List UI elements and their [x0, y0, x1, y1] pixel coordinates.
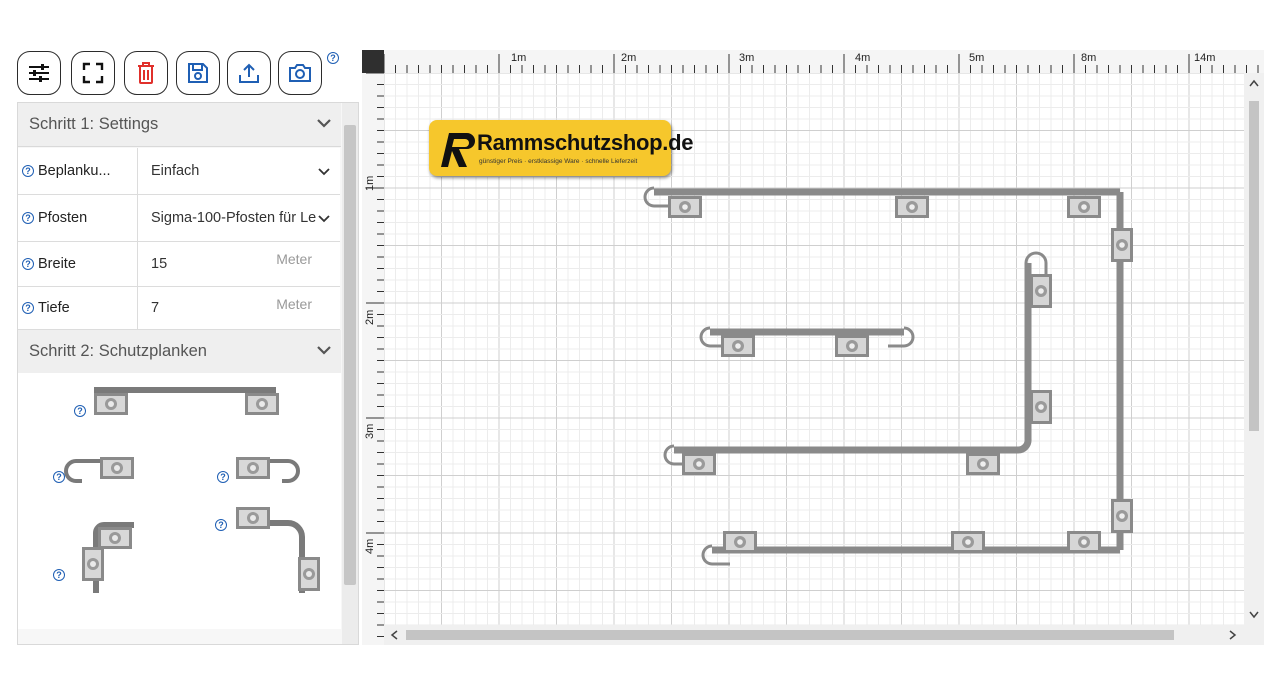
chevron-down-icon [318, 168, 330, 176]
help-icon[interactable]: ? [22, 258, 34, 270]
palette-shapes [64, 387, 320, 593]
posts [668, 196, 1133, 553]
step2-title: Schritt 2: Schutzplanken [29, 342, 207, 360]
field-label: Pfosten [38, 210, 88, 226]
toolbar-help-icon[interactable]: ? [327, 52, 339, 64]
layout-canvas: 1m 2m 3m 4m 5m 8m 14m 1m 2m 3m 4m Rammsc… [362, 50, 1264, 645]
step1-header[interactable]: Schritt 1: Settings [18, 103, 341, 147]
chevron-down-icon [317, 346, 331, 355]
field-row-pfosten: ? Pfosten Sigma-100-Pfosten für Le [18, 195, 340, 242]
ruler-label: 1m [511, 52, 527, 64]
settings-button[interactable] [17, 51, 61, 95]
field-row-beplankung: ? Beplanku... Einfach [18, 148, 340, 195]
beplankung-select[interactable]: Einfach [137, 148, 340, 194]
upload-icon [239, 63, 259, 83]
help-icon[interactable]: ? [215, 519, 227, 531]
canvas-vertical-scrollbar[interactable] [1244, 73, 1264, 625]
brand-logo: Rammschutzshop.de günstiger Preis · erst… [429, 120, 693, 176]
panel-scrollbar[interactable] [342, 103, 358, 644]
field-label: Beplanku... [38, 163, 111, 179]
help-icon[interactable]: ? [22, 212, 34, 224]
palette-end-left-rail[interactable] [64, 457, 134, 483]
ruler-left: 1m 2m 3m 4m [362, 73, 384, 645]
scroll-arrows [1249, 79, 1259, 619]
field-row-breite: ? Breite 15 Meter [18, 242, 340, 287]
camera-icon [289, 64, 311, 82]
field-label: Breite [38, 256, 76, 272]
ruler-left-ticks [366, 73, 384, 637]
ruler-label: 2m [364, 309, 376, 325]
ruler-label: 4m [364, 538, 376, 554]
guardrail-palette: ? ? ? ? ? [18, 373, 341, 629]
field-label: Tiefe [38, 300, 70, 316]
help-icon[interactable]: ? [22, 165, 34, 177]
scrollbar-thumb[interactable] [344, 125, 356, 585]
logo-r-icon [441, 133, 475, 167]
palette-corner-rail[interactable] [82, 522, 134, 593]
step1-title: Schritt 1: Settings [29, 115, 159, 133]
palette-end-right-rail[interactable] [236, 457, 300, 483]
unit-label: Meter [276, 251, 312, 267]
ruler-label: 4m [855, 52, 871, 64]
floppy-icon [188, 63, 208, 83]
logo-text: Rammschutzshop.de [477, 130, 694, 155]
help-icon[interactable]: ? [217, 471, 229, 483]
ruler-label: 1m [364, 175, 376, 191]
unit-label: Meter [276, 296, 312, 312]
export-button[interactable] [227, 51, 271, 95]
help-icon[interactable]: ? [22, 302, 34, 314]
settings-panel: Schritt 1: Settings ? Beplanku... Einfach… [17, 102, 359, 645]
ruler-label: 2m [621, 52, 637, 64]
trash-icon [138, 62, 154, 84]
palette-straight-rail[interactable] [94, 387, 279, 415]
help-icon[interactable]: ? [74, 405, 86, 417]
ruler-label: 14m [1194, 52, 1216, 64]
ruler-label: 3m [364, 423, 376, 439]
tiefe-input[interactable]: 7 Meter [137, 287, 340, 329]
chevron-down-icon [317, 119, 331, 128]
breite-input[interactable]: 15 Meter [137, 242, 340, 286]
scroll-arrows [390, 630, 1237, 640]
palette-corner-outer-rail[interactable] [236, 507, 320, 593]
delete-button[interactable] [124, 51, 168, 95]
ruler-label: 5m [969, 52, 985, 64]
fullscreen-icon [82, 62, 104, 84]
ruler-corner [362, 50, 384, 73]
help-icon[interactable]: ? [53, 471, 65, 483]
save-button[interactable] [176, 51, 220, 95]
chevron-down-icon [318, 215, 330, 223]
ruler-label: 8m [1081, 52, 1097, 64]
screenshot-button[interactable] [278, 51, 322, 95]
sliders-icon [29, 64, 49, 82]
drawing-area[interactable]: Rammschutzshop.de günstiger Preis · erst… [384, 73, 1244, 625]
field-row-tiefe: ? Tiefe 7 Meter [18, 287, 340, 330]
step2-header[interactable]: Schritt 2: Schutzplanken [18, 330, 341, 374]
fullscreen-button[interactable] [71, 51, 115, 95]
ruler-top: 1m 2m 3m 4m 5m 8m 14m [384, 50, 1264, 73]
canvas-horizontal-scrollbar[interactable] [384, 625, 1264, 645]
pfosten-select[interactable]: Sigma-100-Pfosten für Le [137, 195, 340, 241]
help-icon[interactable]: ? [53, 569, 65, 581]
logo-tagline: günstiger Preis · erstklassige Ware · sc… [479, 158, 638, 165]
ruler-label: 3m [739, 52, 755, 64]
